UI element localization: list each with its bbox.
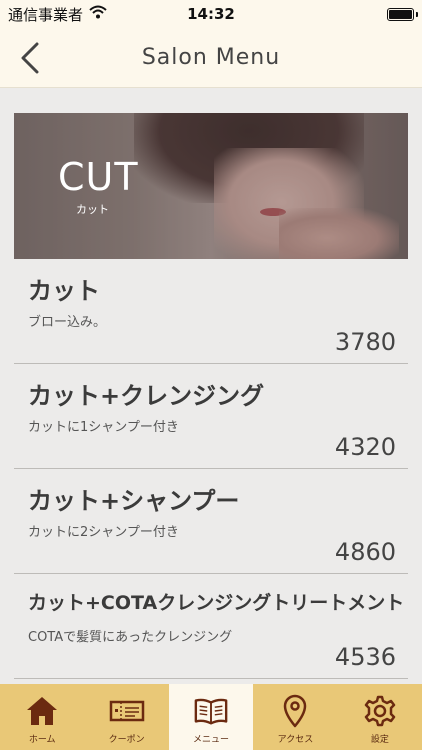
menu-item-price: 4536: [334, 643, 396, 671]
tab-coupon[interactable]: クーポン: [84, 684, 168, 750]
tab-menu[interactable]: メニュー: [168, 684, 254, 750]
status-time: 14:32: [187, 5, 235, 23]
menu-item-price: 4860: [334, 538, 396, 566]
menu-item[interactable]: カット+クレンジング カットに1シャンプー付き 4320: [14, 364, 408, 469]
menu-item-description: COTAで髪質にあったクレンジング: [28, 630, 233, 645]
menu-item-name: カット+シャンプー: [28, 487, 240, 515]
menu-item-name: カット+COTAクレンジングトリートメント: [28, 592, 405, 614]
tab-label: クーポン: [108, 735, 145, 745]
menu-list: カット ブロー込み。 3780 カット+クレンジング カットに1シャンプー付き …: [14, 259, 408, 679]
status-bar: 通信事業者 14:32: [0, 0, 422, 28]
menu-item-description: カットに1シャンプー付き: [28, 420, 179, 435]
menu-item-name: カット: [28, 277, 100, 305]
tab-access[interactable]: アクセス: [253, 684, 337, 750]
battery-icon: [387, 8, 414, 21]
tab-label: メニュー: [193, 735, 230, 745]
menu-content[interactable]: CUT カット カット ブロー込み。 3780 カット+クレンジング カットに1…: [0, 88, 422, 684]
tab-label: ホーム: [28, 735, 56, 745]
menu-item-price: 3780: [334, 328, 396, 356]
home-icon: [24, 694, 60, 728]
page-title: Salon Menu: [141, 45, 281, 70]
menu-item-description: ブロー込み。: [28, 315, 107, 330]
ticket-icon: [109, 694, 145, 728]
navigation-bar: Salon Menu: [0, 28, 422, 88]
tab-label: 設定: [370, 735, 389, 745]
book-icon: [193, 694, 229, 728]
menu-item-description: カットに2シャンプー付き: [28, 525, 179, 540]
menu-item-price: 4320: [334, 433, 396, 461]
map-pin-icon: [277, 694, 313, 728]
gear-icon: [362, 694, 398, 728]
menu-item-name: カット+クレンジング: [28, 382, 265, 410]
battery-tip: [416, 12, 418, 17]
tab-bar: ホーム クーポン メニュー アクセス 設定: [0, 684, 422, 750]
category-banner: CUT カット: [14, 113, 408, 259]
menu-item[interactable]: カット+シャンプー カットに2シャンプー付き 4860: [14, 469, 408, 574]
menu-item[interactable]: カット ブロー込み。 3780: [14, 259, 408, 364]
tab-settings[interactable]: 設定: [338, 684, 422, 750]
menu-item[interactable]: カット+COTAクレンジングトリートメント COTAで髪質にあったクレンジング …: [14, 574, 408, 679]
tab-label: アクセス: [277, 735, 314, 745]
banner-subtitle: カット: [76, 203, 109, 216]
tab-home[interactable]: ホーム: [0, 684, 84, 750]
banner-title: CUT: [58, 155, 139, 199]
